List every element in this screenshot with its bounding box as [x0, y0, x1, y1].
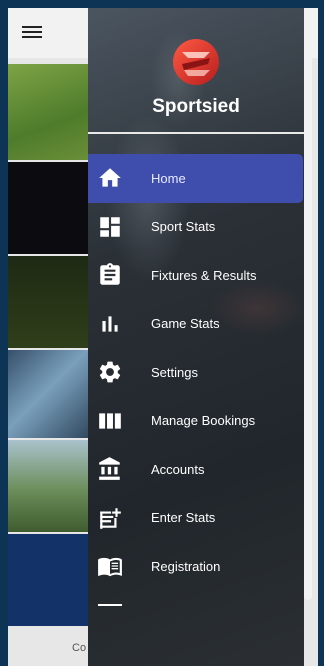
- brand-name: Sportsied: [152, 96, 240, 117]
- footer-text: Co: [72, 642, 87, 654]
- app-right-edge: [318, 8, 324, 666]
- sport-tile-football[interactable]: [8, 64, 96, 160]
- drawer-scrollbar-thumb[interactable]: [304, 8, 312, 600]
- columns-icon: [99, 413, 121, 429]
- sport-tile-blue[interactable]: [8, 534, 96, 626]
- sport-tile-dark[interactable]: [8, 162, 96, 254]
- book-icon: [98, 558, 122, 577]
- nav-label-enter-stats: Enter Stats: [151, 510, 216, 526]
- navigation-drawer: Sportsied Home Sport Stats Fixtures & Re…: [88, 8, 304, 666]
- nav-item-registration[interactable]: Registration: [88, 542, 304, 591]
- sport-tile-badminton[interactable]: [8, 350, 96, 438]
- nav-item-manage-bookings[interactable]: Manage Bookings: [88, 397, 304, 446]
- nav-label-registration: Registration: [151, 558, 221, 574]
- nav-label-manage-bookings: Manage Bookings: [151, 413, 256, 429]
- clipboard-icon: [100, 263, 120, 285]
- drawer-scrollbar[interactable]: [304, 8, 312, 602]
- sportsied-logo: [173, 39, 219, 85]
- dashboard-icon: [100, 217, 120, 237]
- nav-item-fixtures-results[interactable]: Fixtures & Results: [88, 251, 304, 300]
- nav-label-accounts: Accounts: [151, 461, 205, 477]
- nav-item-enter-stats[interactable]: Enter Stats: [88, 494, 304, 543]
- nav-item-settings[interactable]: Settings: [88, 348, 304, 397]
- next-item-icon-partial: [98, 604, 122, 606]
- hamburger-menu-icon[interactable]: [22, 23, 42, 43]
- bank-icon: [99, 457, 120, 481]
- gear-icon: [99, 361, 121, 383]
- sport-tile-field[interactable]: [8, 256, 96, 348]
- sport-tile-outdoor[interactable]: [8, 440, 96, 532]
- note-add-icon: [100, 508, 121, 529]
- nav-label-fixtures-results: Fixtures & Results: [151, 267, 257, 283]
- nav-item-sport-stats[interactable]: Sport Stats: [88, 203, 304, 252]
- drawer-nav-list: Home Sport Stats Fixtures & Results Game…: [88, 154, 304, 591]
- bar-chart-icon: [102, 316, 118, 332]
- nav-label-home: Home: [151, 170, 186, 186]
- home-icon: [99, 168, 121, 187]
- nav-item-accounts[interactable]: Accounts: [88, 445, 304, 494]
- nav-label-sport-stats: Sport Stats: [151, 219, 216, 235]
- header-divider: [88, 132, 304, 134]
- nav-item-home[interactable]: Home: [88, 154, 303, 203]
- nav-label-game-stats: Game Stats: [151, 316, 220, 332]
- nav-item-game-stats[interactable]: Game Stats: [88, 300, 304, 349]
- nav-label-settings: Settings: [151, 364, 198, 380]
